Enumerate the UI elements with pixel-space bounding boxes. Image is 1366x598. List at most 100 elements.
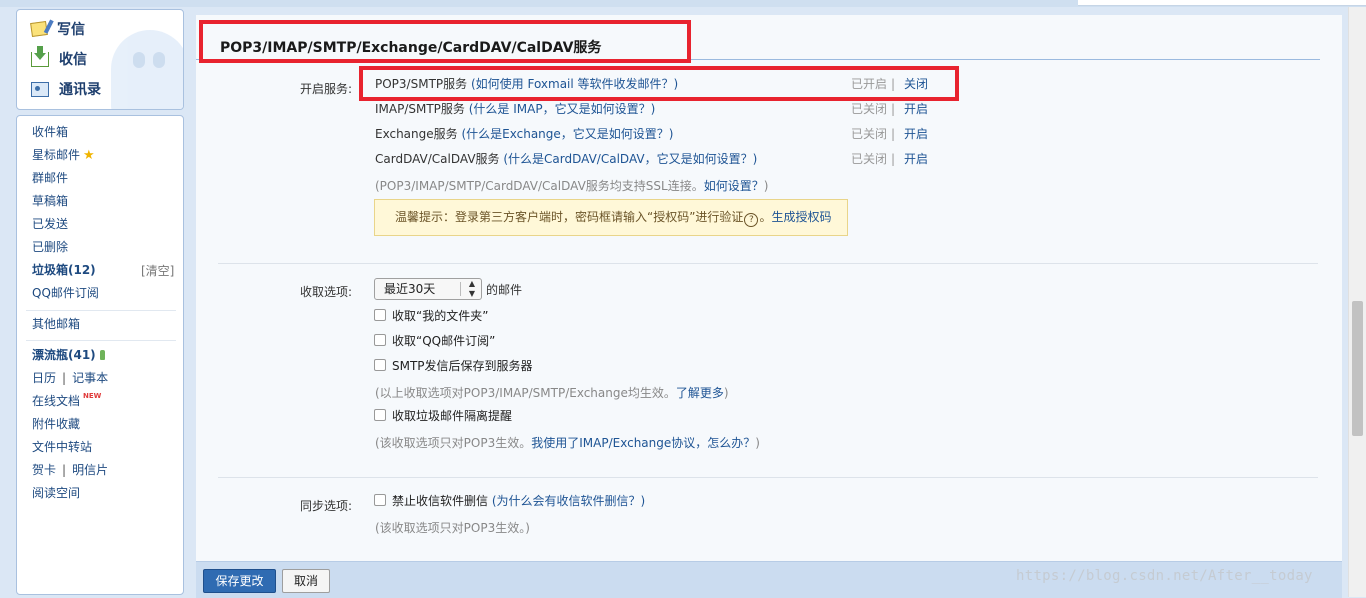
page-scrollbar[interactable] xyxy=(1348,7,1366,597)
nav-notes[interactable]: 记事本 xyxy=(72,371,108,385)
service-name: POP3/SMTP服务 xyxy=(375,77,468,91)
contacts-link[interactable]: 通讯录 xyxy=(31,78,101,100)
receive-note-1-end: ) xyxy=(723,386,729,400)
service-name: IMAP/SMTP服务 xyxy=(375,102,465,116)
checkbox[interactable] xyxy=(374,334,386,346)
service-separator: | xyxy=(891,127,896,141)
inbox-arrow-icon xyxy=(31,45,49,67)
service-name: Exchange服务 xyxy=(375,127,458,141)
imap-exchange-help-link[interactable]: 我使用了IMAP/Exchange协议，怎么办？ xyxy=(531,436,755,450)
opt-no-delete[interactable]: 禁止收信软件删信 (为什么会有收信软件删信？) xyxy=(374,492,645,510)
nav-divider xyxy=(26,310,176,311)
nav-online-docs-label: 在线文档 xyxy=(32,394,81,408)
nav-drift-bottle[interactable]: 漂流瓶(41) xyxy=(32,345,105,365)
service-help-link[interactable]: (什么是CardDAV/CalDAV，它又是如何设置？) xyxy=(503,152,757,166)
nav-group[interactable]: 群邮件 xyxy=(32,168,68,188)
service-help-link[interactable]: (什么是 IMAP，它又是如何设置？) xyxy=(469,102,656,116)
compose-label: 写信 xyxy=(57,22,85,38)
quick-actions-panel: 写信 收信 通讯录 xyxy=(16,9,184,110)
services-label: 开启服务: xyxy=(299,82,352,96)
learn-more-link[interactable]: 了解更多 xyxy=(676,386,724,400)
opt-qq-subscribe[interactable]: 收取“QQ邮件订阅” xyxy=(374,332,495,350)
service-help-link[interactable]: (如何使用 Foxmail 等软件收发邮件？) xyxy=(471,77,678,91)
opt-spam-isolation[interactable]: 收取垃圾邮件隔离提醒 xyxy=(374,407,512,425)
ssl-note-end: ) xyxy=(763,179,769,193)
nav-file-transfer[interactable]: 文件中转站 xyxy=(32,437,92,457)
nav-online-docs[interactable]: 在线文档 NEW xyxy=(32,391,101,411)
nav-starred[interactable]: 星标邮件 ★ xyxy=(32,145,95,165)
checkbox[interactable] xyxy=(374,494,386,506)
service-row-imap: IMAP/SMTP服务 (什么是 IMAP，它又是如何设置？) xyxy=(375,99,655,119)
write-icon xyxy=(30,20,48,38)
nav-reading-space[interactable]: 阅读空间 xyxy=(32,483,80,503)
ssl-note: (POP3/IMAP/SMTP/CardDAV/CalDAV服务均支持SSL连接… xyxy=(375,177,768,194)
help-circle-icon[interactable]: ? xyxy=(744,213,759,227)
checkbox[interactable] xyxy=(374,359,386,371)
nav-spam[interactable]: 垃圾箱(12) xyxy=(32,260,96,280)
nav-deleted[interactable]: 已删除 xyxy=(32,237,68,257)
receive-range-select[interactable]: 最近30天 ▲ ▼ xyxy=(374,278,482,300)
auth-code-tip: 温馨提示：登录第三方客户端时，密码框请输入“授权码”进行验证? 。生成授权码 xyxy=(374,199,848,236)
ssl-note-text: (POP3/IMAP/SMTP/CardDAV/CalDAV服务均支持SSL连接… xyxy=(375,179,704,193)
opt-my-folders-label: 收取“我的文件夹” xyxy=(392,309,489,323)
nav-other-mailboxes[interactable]: 其他邮箱 xyxy=(32,314,80,334)
opt-my-folders[interactable]: 收取“我的文件夹” xyxy=(374,307,488,325)
tip-text: 温馨提示：登录第三方客户端时，密码框请输入“授权码”进行验证 xyxy=(395,210,744,224)
imap-toggle-button[interactable]: 开启 xyxy=(904,99,928,119)
cancel-button[interactable]: 取消 xyxy=(282,569,330,593)
select-arrows-icon: ▲ ▼ xyxy=(468,279,475,298)
nav-drafts[interactable]: 草稿箱 xyxy=(32,191,68,211)
new-badge: NEW xyxy=(83,392,102,400)
tip-dot: 。 xyxy=(759,210,772,224)
service-separator: | xyxy=(891,152,896,166)
receive-note-2: (该收取选项只对POP3生效。我使用了IMAP/Exchange协议，怎么办？) xyxy=(375,434,760,451)
opt-spam-isolation-label: 收取垃圾邮件隔离提醒 xyxy=(392,409,513,423)
clear-spam-button[interactable]: [清空] xyxy=(141,262,174,279)
sync-options-label: 同步选项: xyxy=(299,499,352,513)
section-divider xyxy=(218,477,1318,478)
star-icon: ★ xyxy=(83,148,95,163)
scrollbar-thumb[interactable] xyxy=(1352,301,1363,436)
service-row-pop3: POP3/SMTP服务 (如何使用 Foxmail 等软件收发邮件？) xyxy=(375,74,678,94)
section-divider xyxy=(218,263,1318,264)
carddav-toggle-button[interactable]: 开启 xyxy=(904,149,928,169)
folder-nav: 收件箱 星标邮件 ★ 群邮件 草稿箱 已发送 已删除 垃圾箱(12) [清空] Q… xyxy=(16,115,184,595)
top-strip xyxy=(0,0,1366,7)
service-name: CardDAV/CalDAV服务 xyxy=(375,152,500,166)
bottle-icon xyxy=(99,350,105,360)
receive-note-2-end: ) xyxy=(755,436,760,450)
checkbox[interactable] xyxy=(374,409,386,421)
opt-smtp-save-label: SMTP发信后保存到服务器 xyxy=(392,359,533,373)
receive-note-1-text: (以上收取选项对POP3/IMAP/SMTP/Exchange均生效。 xyxy=(375,386,676,400)
service-status: 已关闭 xyxy=(851,127,888,141)
section-title: POP3/IMAP/SMTP/Exchange/CardDAV/CalDAV服务 xyxy=(220,40,602,56)
receive-options-label: 收取选项: xyxy=(299,285,352,299)
nav-inbox[interactable]: 收件箱 xyxy=(32,122,68,142)
nav-calendar[interactable]: 日历 xyxy=(32,371,56,385)
nav-qq-subscribe[interactable]: QQ邮件订阅 xyxy=(32,283,99,303)
title-divider xyxy=(196,59,1320,60)
sync-note: (该收取选项只对POP3生效。) xyxy=(375,521,530,535)
nav-calendar-notes: 日历 | 记事本 xyxy=(32,368,108,388)
opt-smtp-save[interactable]: SMTP发信后保存到服务器 xyxy=(374,357,533,375)
nav-attachments[interactable]: 附件收藏 xyxy=(32,414,80,434)
nav-postcard[interactable]: 明信片 xyxy=(72,463,108,477)
settings-content: POP3/IMAP/SMTP/Exchange/CardDAV/CalDAV服务… xyxy=(196,15,1342,561)
compose-link[interactable]: 写信 xyxy=(30,18,85,40)
nav-greeting-card[interactable]: 贺卡 xyxy=(32,463,56,477)
receive-note-1: (以上收取选项对POP3/IMAP/SMTP/Exchange均生效。了解更多) xyxy=(375,384,729,401)
ssl-setup-link[interactable]: 如何设置？ xyxy=(704,179,764,193)
service-row-exchange: Exchange服务 (什么是Exchange，它又是如何设置？) xyxy=(375,124,673,144)
nav-cards: 贺卡 | 明信片 xyxy=(32,460,108,480)
service-row-carddav: CardDAV/CalDAV服务 (什么是CardDAV/CalDAV，它又是如… xyxy=(375,149,757,169)
exchange-toggle-button[interactable]: 开启 xyxy=(904,124,928,144)
checkbox[interactable] xyxy=(374,309,386,321)
pop3-toggle-button[interactable]: 关闭 xyxy=(904,74,928,94)
nav-sent[interactable]: 已发送 xyxy=(32,214,68,234)
receive-link[interactable]: 收信 xyxy=(31,45,87,70)
why-delete-link[interactable]: (为什么会有收信软件删信？) xyxy=(492,494,645,508)
save-button[interactable]: 保存更改 xyxy=(203,569,276,593)
qq-penguin-logo xyxy=(111,30,183,109)
generate-auth-code-link[interactable]: 生成授权码 xyxy=(771,210,831,224)
service-help-link[interactable]: (什么是Exchange，它又是如何设置？) xyxy=(461,127,673,141)
